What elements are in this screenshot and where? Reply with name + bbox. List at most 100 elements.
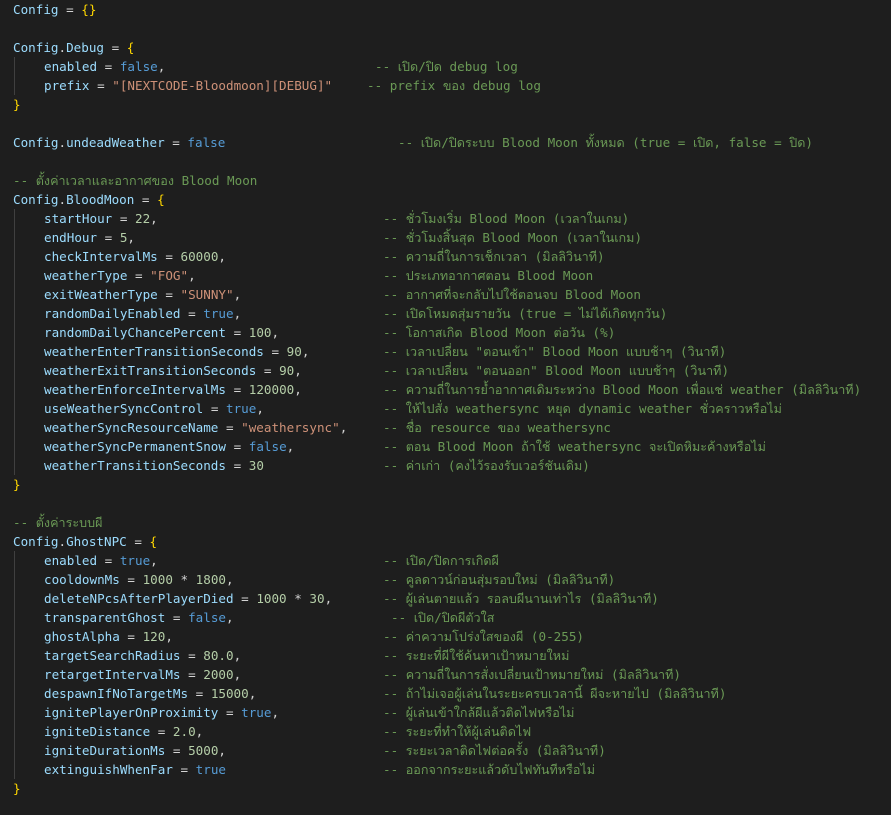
code-line[interactable]: Config.Debug = { [13,38,134,57]
code-line[interactable]: Config.undeadWeather = false [13,133,225,152]
code-line[interactable]: useWeatherSyncControl = true, [44,399,264,418]
code-token: = [180,306,204,321]
code-token: , [294,382,302,397]
code-token: . [58,192,67,207]
code-token: = [188,686,211,701]
code-token: = [104,40,127,55]
code-line[interactable]: prefix = "[NEXTCODE-Bloodmoon][DEBUG]" [44,76,332,95]
code-line[interactable]: weatherTransitionSeconds = 30 [44,456,264,475]
code-token: , [256,401,264,416]
code-token: retargetIntervalMs [44,667,181,682]
code-token: weatherEnterTransitionSeconds [44,344,264,359]
code-token: = [180,667,204,682]
code-token: = [97,59,120,74]
code-comment: -- คูลดาวน์ก่อนสุ่มรอบใหม่ (มิลลิวินาที) [383,572,616,587]
code-token: { [126,40,135,55]
code-token: 15000 [210,686,249,701]
code-comment: -- ค่าเก่า (คงไว้รองรับเวอร์ชันเดิม) [383,458,590,473]
code-line[interactable]: igniteDistance = 2.0, [44,722,203,741]
code-token: } [13,477,21,492]
code-line[interactable]: ghostAlpha = 120, [44,627,173,646]
code-token: { [149,534,158,549]
code-token: , [157,59,166,74]
code-line[interactable]: enabled = false, [44,57,165,76]
code-token: , [324,591,333,606]
code-comment: -- ค่าความโปร่งใสของผี (0-255) [383,629,584,644]
code-line[interactable]: deleteNPcsAfterPlayerDied = 1000 * 30, [44,589,332,608]
code-token: , [271,705,280,720]
code-line[interactable]: enabled = true, [44,551,158,570]
code-token: false [187,135,226,150]
code-comment: -- ความถี่ในการย้ำอากาศเดิมระหว่าง Blood… [383,382,862,397]
code-line[interactable]: weatherEnforceIntervalMs = 120000, [44,380,302,399]
code-line[interactable]: Config.BloodMoon = { [13,190,165,209]
code-token: igniteDurationMs [44,743,166,758]
code-line[interactable]: weatherSyncResourceName = "weathersync", [44,418,347,437]
code-line[interactable]: randomDailyEnabled = true, [44,304,241,323]
code-line[interactable]: cooldownMs = 1000 * 1800, [44,570,234,589]
code-token: , [226,610,234,625]
code-comment: -- อากาศที่จะกลับไปใช้ตอนจบ Blood Moon [383,287,642,302]
code-comment: -- ชื่อ resource ของ weathersync [383,420,611,435]
code-line[interactable]: weatherExitTransitionSeconds = 90, [44,361,302,380]
code-line[interactable]: weatherType = "FOG", [44,266,196,285]
code-line[interactable]: weatherEnterTransitionSeconds = 90, [44,342,309,361]
code-token: = [165,610,189,625]
code-line[interactable]: endHour = 5, [44,228,135,247]
code-token: = [180,648,204,663]
code-line[interactable]: } [13,475,21,494]
code-token: 30 [309,591,325,606]
code-line[interactable]: weatherSyncPermanentSnow = false, [44,437,294,456]
code-token: , [195,724,204,739]
indent-guide [14,551,15,779]
code-token: = [256,363,280,378]
code-comment: -- ชั่วโมงสิ้นสุด Blood Moon (เวลาในเกม) [383,230,643,245]
code-comment: -- โอกาสเกิด Blood Moon ต่อวัน (%) [383,325,616,340]
code-token: "SUNNY" [180,287,234,302]
code-line[interactable]: extinguishWhenFar = true [44,760,226,779]
code-token: , [233,306,242,321]
code-line[interactable]: despawnIfNoTargetMs = 15000, [44,684,256,703]
code-token: = [134,192,158,207]
code-line[interactable]: ignitePlayerOnProximity = true, [44,703,279,722]
code-token: weatherSyncResourceName [44,420,219,435]
code-token: = [165,743,189,758]
code-token: cooldownMs [44,572,120,587]
code-token: useWeatherSyncControl [44,401,204,416]
code-token: , [218,249,226,264]
code-token: = [126,534,150,549]
code-token: , [339,420,348,435]
code-token: = [58,2,82,17]
code-token: transparentGhost [44,610,166,625]
code-line[interactable]: targetSearchRadius = 80.0, [44,646,241,665]
code-line[interactable]: exitWeatherType = "SUNNY", [44,285,241,304]
code-editor[interactable]: Config = {} Config.Debug = {enabled = fal… [0,0,891,815]
code-token: = [225,325,249,340]
code-token: { [157,192,165,207]
code-token: enabled [44,553,98,568]
code-line[interactable]: transparentGhost = false, [44,608,234,627]
code-token: , [150,553,158,568]
code-line[interactable]: } [13,779,21,798]
code-token: 2000 [203,667,234,682]
code-token: randomDailyEnabled [44,306,181,321]
code-line[interactable]: Config = {} [13,0,96,19]
code-line[interactable]: igniteDurationMs = 5000, [44,741,226,760]
code-token: , [233,648,242,663]
code-token: Config [13,40,59,55]
code-comment: -- เวลาเปลี่ยน "ตอนออก" Blood Moon แบบช้… [383,363,730,378]
code-line[interactable]: Config.GhostNPC = { [13,532,157,551]
code-line[interactable]: randomDailyChancePercent = 100, [44,323,279,342]
code-token: true [195,762,226,777]
code-comment: -- ระยะเวลาติดไฟต่อครั้ง (มิลลิวินาที) [383,743,606,758]
code-comment: -- ระยะที่ทำให้ผู้เล่นติดไฟ [383,724,532,739]
code-line[interactable]: } [13,95,21,114]
code-token: ignitePlayerOnProximity [44,705,219,720]
code-line[interactable]: startHour = 22, [44,209,158,228]
code-token: Config [13,135,59,150]
code-line[interactable]: checkIntervalMs = 60000, [44,247,226,266]
code-line[interactable]: retargetIntervalMs = 2000, [44,665,241,684]
code-token: exitWeatherType [44,287,158,302]
code-token: = [263,344,287,359]
code-token: prefix [44,78,90,93]
